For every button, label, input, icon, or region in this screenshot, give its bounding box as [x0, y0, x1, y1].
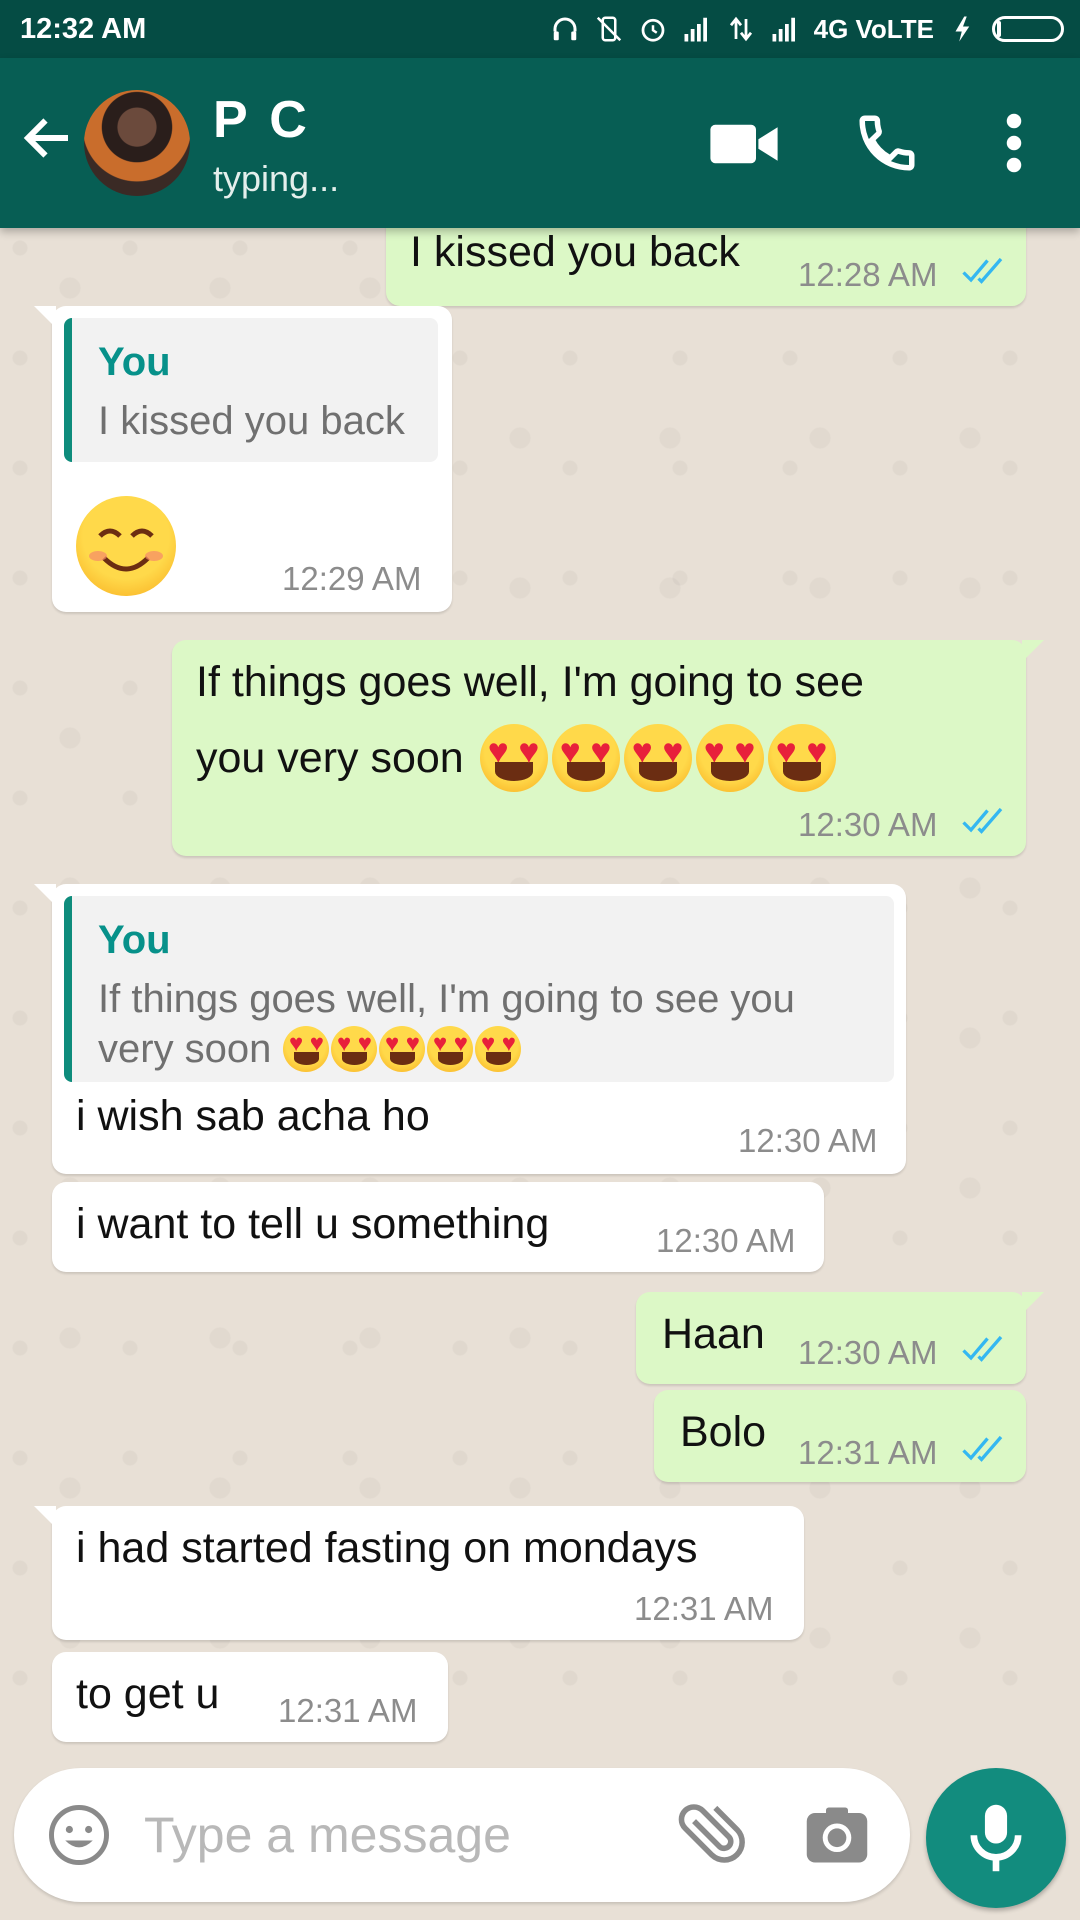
battery-icon [992, 16, 1064, 42]
quote-text-line-1: If things goes well, I'm going to see yo… [98, 977, 795, 1021]
quote-text: I kissed you back [98, 399, 405, 443]
contact-status: typing... [213, 158, 340, 199]
heart-eyes-emoji [623, 724, 692, 792]
microphone-icon [970, 1804, 1022, 1872]
message-time: 12:31 AM [798, 1434, 938, 1471]
avatar[interactable] [84, 90, 190, 196]
message-text: i wish sab acha ho [76, 1092, 430, 1140]
message-outgoing[interactable]: If things goes well, I'm going to see yo… [172, 640, 1044, 856]
message-incoming[interactable]: You I kissed you back 12:29 AM [34, 306, 452, 612]
message-outgoing[interactable]: I kissed you back 12:28 AM [386, 228, 1026, 306]
status-bar: 12:32 AM 4G VoLTE [0, 0, 1080, 58]
message-text-part: you very soon [196, 733, 464, 782]
signal-icon-2 [772, 17, 795, 42]
heart-eyes-emoji [379, 1026, 426, 1072]
heart-eyes-emoji [475, 1026, 522, 1072]
heart-eyes-emoji [695, 724, 764, 792]
heart-eyes-emoji [427, 1026, 474, 1072]
message-time: 12:31 AM [278, 1692, 418, 1729]
message-text: i want to tell u something [76, 1200, 550, 1248]
paperclip-icon[interactable] [674, 1798, 748, 1872]
reply-quote[interactable]: You If things goes well, I'm going to se… [64, 896, 894, 1082]
message-time: 12:29 AM [282, 560, 422, 597]
arrow-left-icon[interactable] [18, 108, 78, 168]
alarm-icon [641, 18, 664, 42]
message-incoming[interactable]: i had started fasting on mondays 12:31 A… [34, 1506, 804, 1640]
message-text: i had started fasting on mondays [76, 1524, 698, 1572]
chat-header: P C typing... [0, 58, 1080, 228]
chat-area[interactable]: I kissed you back 12:28 AM You I kissed … [0, 228, 1080, 1768]
read-ticks-icon [962, 257, 1003, 284]
message-text-line-1: If things goes well, I'm going to see [196, 658, 864, 706]
headphones-icon [553, 17, 577, 41]
quote-text-line-2: very soon [98, 1024, 522, 1074]
heart-eyes-emoji [551, 724, 620, 792]
message-time: 12:31 AM [634, 1590, 774, 1627]
message-incoming[interactable]: to get u 12:31 AM [52, 1652, 448, 1742]
heart-eyes-emoji [479, 724, 548, 792]
vibrate-icon [596, 16, 621, 42]
message-outgoing[interactable]: Bolo 12:31 AM [654, 1390, 1026, 1482]
message-text: Bolo [680, 1408, 767, 1456]
message-input[interactable] [144, 1794, 564, 1876]
network-label: 4G VoLTE [813, 13, 934, 44]
message-text: to get u [76, 1670, 220, 1718]
message-text: Haan [662, 1310, 765, 1358]
heart-eyes-emoji [767, 724, 836, 792]
video-camera-icon[interactable] [708, 114, 780, 174]
reply-quote[interactable]: You I kissed you back [64, 318, 438, 462]
quote-author: You [98, 340, 171, 384]
message-time: 12:30 AM [656, 1222, 796, 1259]
status-icons: 4G VoLTE [550, 14, 1064, 45]
data-arrows-icon [729, 16, 752, 42]
quote-text-part: very soon [98, 1027, 272, 1071]
message-time: 12:28 AM [798, 256, 938, 293]
more-vert-icon[interactable] [990, 110, 1038, 176]
phone-icon[interactable] [854, 110, 920, 176]
message-text: I kissed you back [410, 228, 740, 276]
message-text-line-2: you very soon [196, 724, 836, 792]
message-time: 12:30 AM [738, 1122, 878, 1159]
message-outgoing[interactable]: Haan 12:30 AM [636, 1292, 1044, 1384]
charging-icon [955, 16, 970, 42]
smiley-icon[interactable] [46, 1802, 112, 1868]
read-ticks-icon [962, 1435, 1003, 1462]
status-time: 12:32 AM [20, 12, 147, 45]
message-incoming[interactable]: You If things goes well, I'm going to se… [34, 884, 906, 1174]
camera-icon[interactable] [804, 1802, 870, 1868]
message-time: 12:30 AM [798, 806, 938, 843]
message-incoming[interactable]: i want to tell u something 12:30 AM [52, 1182, 824, 1272]
message-time: 12:30 AM [798, 1334, 938, 1371]
read-ticks-icon [962, 1335, 1003, 1362]
composer [14, 1768, 910, 1902]
heart-eyes-emoji [331, 1026, 378, 1072]
signal-icon [684, 17, 707, 42]
read-ticks-icon [962, 807, 1003, 834]
smiling-emoji [76, 496, 176, 596]
quote-author: You [98, 918, 171, 962]
heart-eyes-emoji [283, 1026, 330, 1072]
contact-name[interactable]: P C [213, 90, 311, 150]
mic-button[interactable] [926, 1768, 1066, 1908]
